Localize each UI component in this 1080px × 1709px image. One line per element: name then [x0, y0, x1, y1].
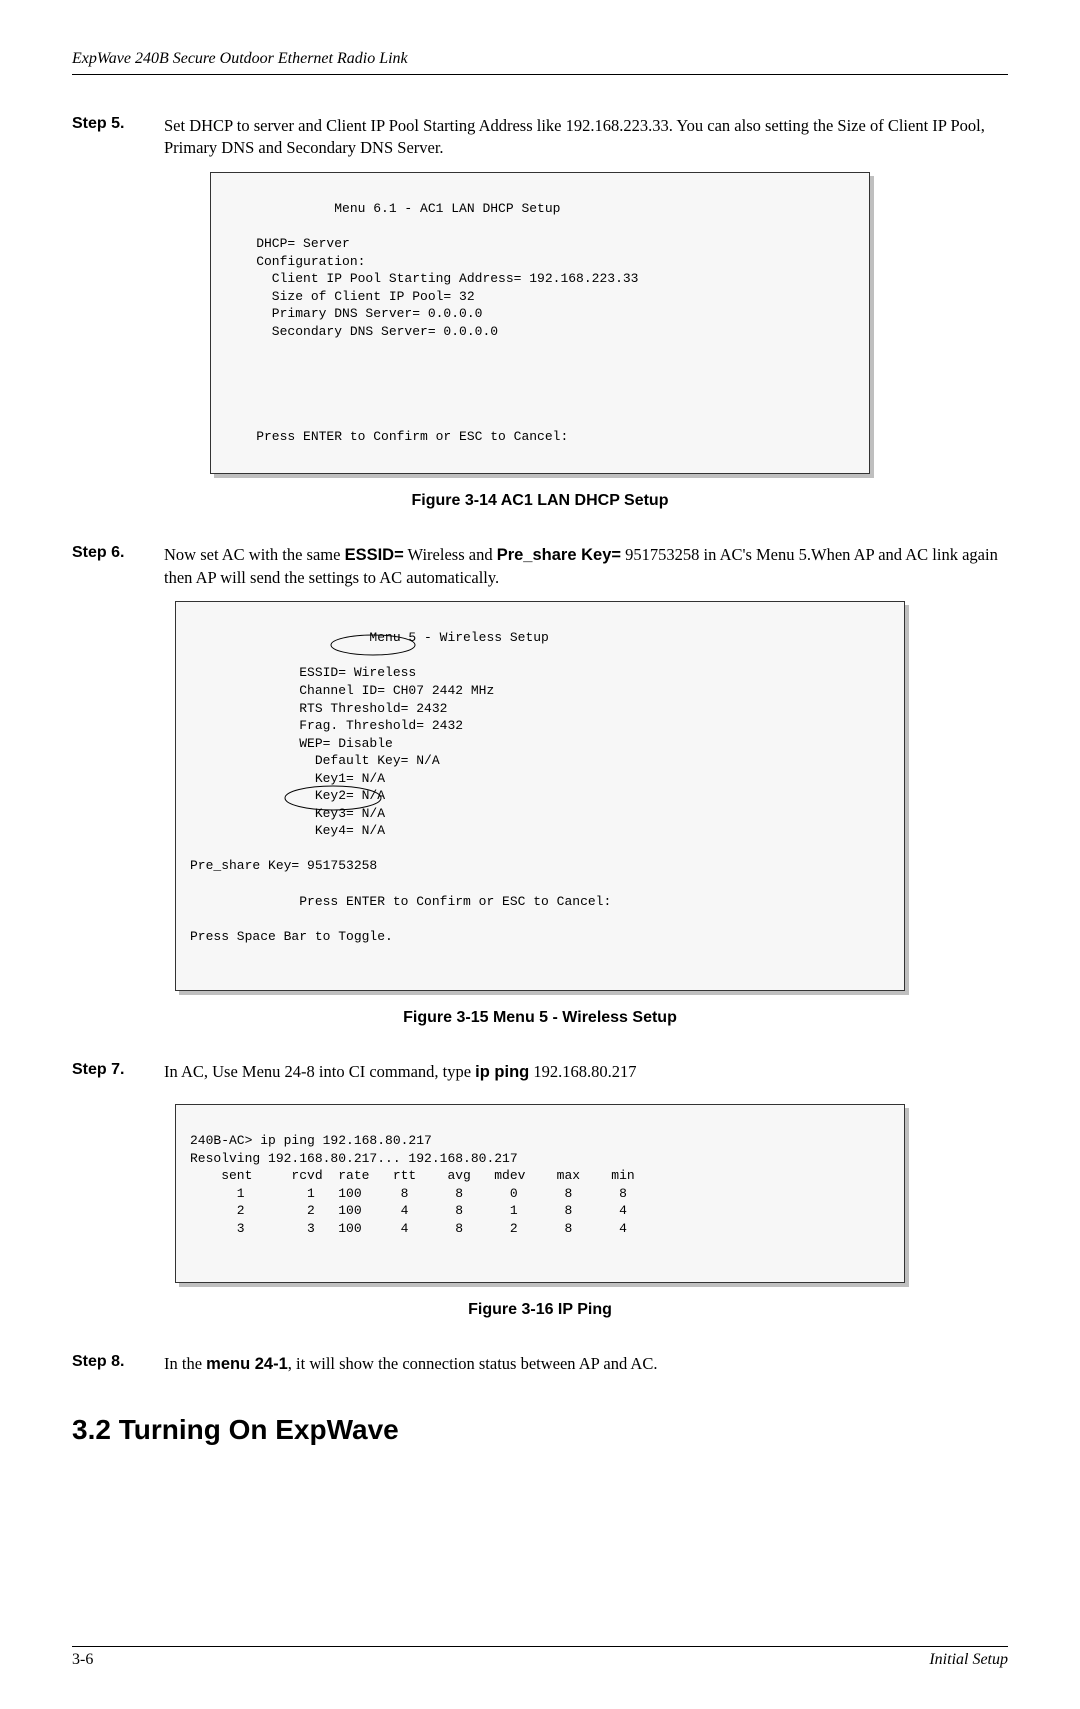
page-number: 3-6	[72, 1651, 93, 1669]
figure-3-14-caption: Figure 3-14 AC1 LAN DHCP Setup	[72, 492, 1008, 510]
step-6-label: Step 6.	[72, 544, 144, 589]
terminal-1: Menu 6.1 - AC1 LAN DHCP Setup DHCP= Serv…	[210, 172, 870, 475]
t2-l18: Press Space Bar to Toggle.	[190, 929, 393, 944]
step-6: Step 6. Now set AC with the same ESSID= …	[72, 544, 1008, 589]
step-8-body: In the menu 24-1, it will show the conne…	[164, 1353, 657, 1375]
s6-b1: ESSID=	[345, 546, 404, 564]
t1-l8: Secondary DNS Server= 0.0.0.0	[225, 324, 498, 339]
step-5-body: Set DHCP to server and Client IP Pool St…	[164, 115, 1008, 160]
t3-l1: 240B-AC> ip ping 192.168.80.217	[190, 1133, 432, 1148]
t2-l10: Key2= N/A	[190, 788, 385, 803]
t2-l1: Menu 5 - Wireless Setup	[190, 630, 549, 645]
s7-t2: 192.168.80.217	[529, 1062, 636, 1081]
s8-b1: menu 24-1	[206, 1355, 288, 1373]
s8-t2: , it will show the connection status bet…	[288, 1354, 658, 1373]
s6-t1: Now set AC with the same	[164, 545, 345, 564]
t3-l4: 1 1 100 8 8 0 8 8	[190, 1186, 627, 1201]
step-6-body: Now set AC with the same ESSID= Wireless…	[164, 544, 1008, 589]
t1-l7: Primary DNS Server= 0.0.0.0	[225, 306, 482, 321]
step-5-label: Step 5.	[72, 115, 144, 160]
terminal-3-wrap: 240B-AC> ip ping 192.168.80.217 Resolvin…	[175, 1104, 905, 1284]
t3-l3: sent rcvd rate rtt avg mdev max min	[190, 1168, 635, 1183]
s6-b2: Pre_share Key=	[497, 546, 621, 564]
t1-l14: Press ENTER to Confirm or ESC to Cancel:	[225, 429, 568, 444]
header-rule	[72, 74, 1008, 75]
step-8: Step 8. In the menu 24-1, it will show t…	[72, 1353, 1008, 1375]
t3-l6: 3 3 100 4 8 2 8 4	[190, 1221, 627, 1236]
t2-l5: RTS Threshold= 2432	[190, 701, 447, 716]
t2-l8: Default Key= N/A	[190, 753, 440, 768]
figure-3-16-caption: Figure 3-16 IP Ping	[72, 1301, 1008, 1319]
s7-b1: ip ping	[475, 1063, 529, 1081]
s6-t2: Wireless and	[404, 545, 497, 564]
figure-3-15-caption: Figure 3-15 Menu 5 - Wireless Setup	[72, 1009, 1008, 1027]
step-8-label: Step 8.	[72, 1353, 144, 1375]
step-5: Step 5. Set DHCP to server and Client IP…	[72, 115, 1008, 160]
t1-l6: Size of Client IP Pool= 32	[225, 289, 475, 304]
footer-rule	[72, 1646, 1008, 1647]
t2-l4: Channel ID= CH07 2442 MHz	[190, 683, 494, 698]
t2-l14: Pre_share Key= 951753258	[190, 858, 377, 873]
t2-l9: Key1= N/A	[190, 771, 385, 786]
terminal-2: Menu 5 - Wireless Setup ESSID= Wireless …	[175, 601, 905, 991]
terminal-3: 240B-AC> ip ping 192.168.80.217 Resolvin…	[175, 1104, 905, 1284]
step-7: Step 7. In AC, Use Menu 24-8 into CI com…	[72, 1061, 1008, 1083]
t1-l3: DHCP= Server	[225, 236, 350, 251]
t3-l2: Resolving 192.168.80.217... 192.168.80.2…	[190, 1151, 518, 1166]
terminal-1-wrap: Menu 6.1 - AC1 LAN DHCP Setup DHCP= Serv…	[210, 172, 870, 475]
t1-l1: Menu 6.1 - AC1 LAN DHCP Setup	[225, 201, 560, 216]
page-header: ExpWave 240B Secure Outdoor Ethernet Rad…	[72, 50, 1008, 68]
t2-l12: Key4= N/A	[190, 823, 385, 838]
t2-l6: Frag. Threshold= 2432	[190, 718, 463, 733]
page-footer: 3-6 Initial Setup	[72, 1651, 1008, 1669]
t3-l5: 2 2 100 4 8 1 8 4	[190, 1203, 627, 1218]
s7-t1: In AC, Use Menu 24-8 into CI command, ty…	[164, 1062, 475, 1081]
t2-l11: Key3= N/A	[190, 806, 385, 821]
footer-section: Initial Setup	[929, 1651, 1008, 1669]
t2-l7: WEP= Disable	[190, 736, 393, 751]
section-3-2-title: 3.2 Turning On ExpWave	[72, 1414, 1008, 1446]
s8-t1: In the	[164, 1354, 206, 1373]
t2-l16: Press ENTER to Confirm or ESC to Cancel:	[190, 894, 611, 909]
t2-l3: ESSID= Wireless	[190, 665, 416, 680]
t1-l5: Client IP Pool Starting Address= 192.168…	[225, 271, 638, 286]
terminal-2-wrap: Menu 5 - Wireless Setup ESSID= Wireless …	[175, 601, 905, 991]
step-7-body: In AC, Use Menu 24-8 into CI command, ty…	[164, 1061, 637, 1083]
step-7-label: Step 7.	[72, 1061, 144, 1083]
t1-l4: Configuration:	[225, 254, 365, 269]
